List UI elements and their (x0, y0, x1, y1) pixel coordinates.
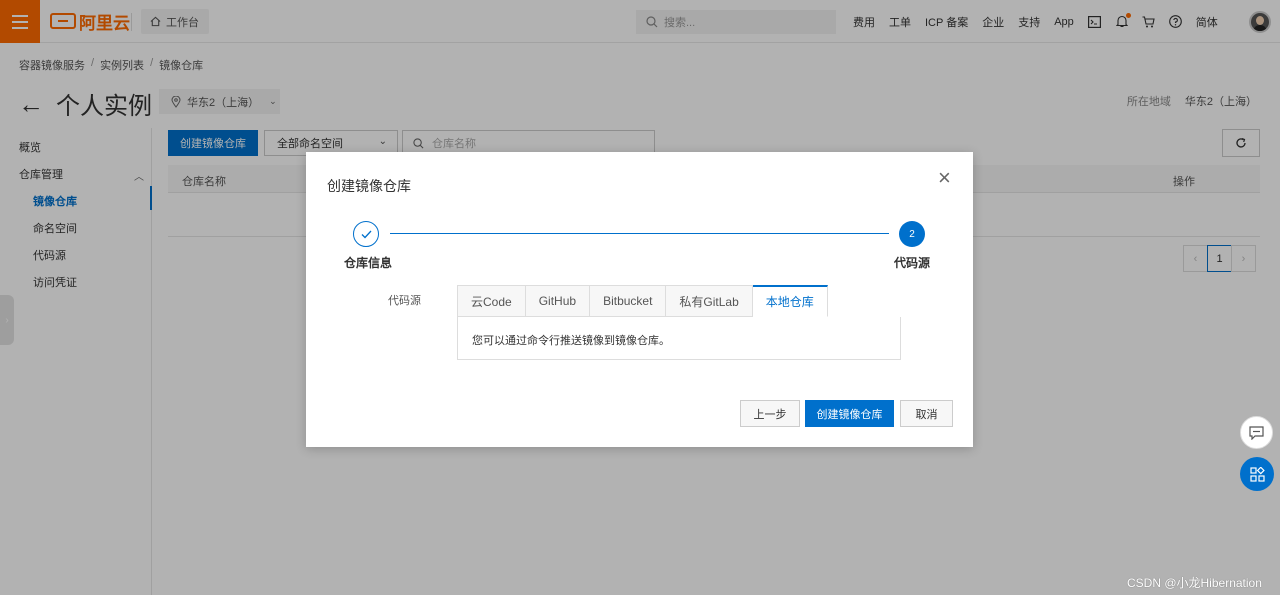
check-icon (361, 230, 371, 238)
close-icon[interactable]: × (938, 167, 951, 189)
tab-bitbucket[interactable]: Bitbucket (590, 285, 667, 317)
feedback-button[interactable] (1240, 416, 1273, 449)
step-connector (390, 233, 889, 234)
previous-step-button[interactable]: 上一步 (740, 400, 800, 427)
create-repo-submit-button[interactable]: 创建镜像仓库 (805, 400, 894, 427)
step-2-current-indicator: 2 (899, 221, 925, 247)
code-source-field-label: 代码源 (388, 295, 421, 307)
step-2-label: 代码源 (894, 256, 931, 270)
watermark-text: CSDN @小龙Hibernation (1127, 576, 1262, 590)
tab-yun-code[interactable]: 云Code (458, 285, 526, 317)
apps-button[interactable] (1240, 457, 1274, 491)
tab-github[interactable]: GitHub (525, 285, 591, 317)
tab-local-repo[interactable]: 本地仓库 (752, 285, 828, 317)
code-source-tabs: 云Code GitHub Bitbucket 私有GitLab 本地仓库 (457, 285, 828, 317)
tab-panel-local-repo: 您可以通过命令行推送镜像到镜像仓库。 (457, 317, 901, 360)
step-1-label: 仓库信息 (344, 256, 393, 270)
apps-grid-icon (1249, 466, 1265, 482)
local-repo-description: 您可以通过命令行推送镜像到镜像仓库。 (472, 335, 670, 347)
step-1-done-indicator (353, 221, 379, 247)
cancel-button[interactable]: 取消 (900, 400, 953, 427)
chat-icon (1249, 425, 1264, 440)
tab-private-gitlab[interactable]: 私有GitLab (666, 285, 753, 317)
create-repo-dialog: 创建镜像仓库 × 2 仓库信息 代码源 代码源 云Code GitHub Bit… (306, 152, 973, 447)
dialog-title: 创建镜像仓库 (327, 178, 411, 194)
